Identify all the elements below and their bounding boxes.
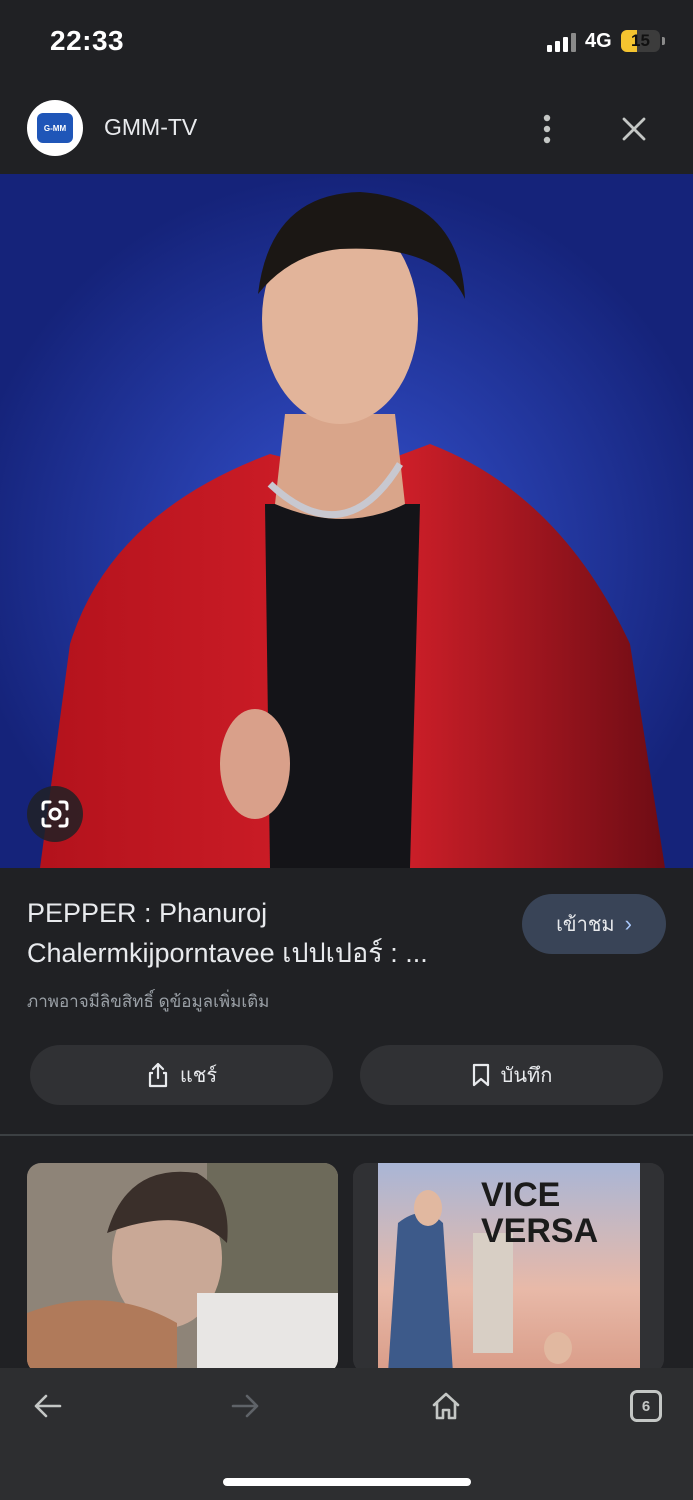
bookmark-icon (472, 1063, 489, 1087)
more-vert-icon (543, 114, 551, 144)
close-button[interactable] (612, 106, 656, 152)
save-button[interactable]: บันทึก (360, 1045, 663, 1105)
related-poster-title: VICE VERSA (481, 1176, 599, 1250)
portrait-photo (0, 174, 693, 868)
save-label: บันทึก (500, 1065, 553, 1087)
forward-button[interactable] (216, 1386, 276, 1426)
battery-level: 15 (631, 31, 650, 50)
tabs-button[interactable]: 6 (616, 1386, 676, 1426)
share-icon (148, 1062, 167, 1088)
google-lens-icon (41, 800, 69, 828)
more-options-button[interactable] (527, 106, 567, 152)
related-photo-1 (27, 1163, 338, 1373)
copyright-notice[interactable]: ภาพอาจมีลิขสิทธิ์ ดูข้อมูลเพิ่มเติม (27, 988, 269, 1015)
visit-button[interactable]: เข้าชม › (522, 894, 666, 954)
section-divider (0, 1134, 693, 1136)
visit-label: เข้าชม (556, 914, 615, 936)
network-type: 4G (585, 30, 612, 52)
close-icon (622, 117, 646, 141)
site-logo[interactable]: G-MM (27, 100, 83, 156)
gmm-logo-mark: G-MM (37, 113, 73, 143)
lens-search-button[interactable] (27, 786, 83, 842)
status-bar: 22:33 4G 15 (0, 0, 693, 84)
home-button[interactable] (416, 1386, 476, 1426)
home-indicator (223, 1478, 471, 1486)
status-time: 22:33 (50, 25, 125, 56)
arrow-back-icon (34, 1394, 62, 1418)
page-header: G-MM GMM-TV (0, 84, 693, 174)
site-name[interactable]: GMM-TV (104, 114, 197, 141)
share-label: แชร์ (179, 1065, 218, 1087)
related-image-1[interactable] (27, 1163, 338, 1373)
back-button[interactable] (17, 1386, 77, 1426)
chevron-right-icon: › (624, 911, 632, 936)
related-image-2[interactable]: VICE VERSA (353, 1163, 664, 1373)
main-image[interactable] (0, 174, 693, 868)
signal-icon (547, 33, 576, 52)
battery-icon: 15 (621, 30, 665, 52)
tab-count: 6 (630, 1390, 662, 1422)
share-button[interactable]: แชร์ (30, 1045, 333, 1105)
result-title[interactable]: PEPPER : Phanuroj Chalermkijporntavee เป… (27, 893, 497, 973)
home-icon (432, 1392, 460, 1420)
arrow-forward-icon (231, 1394, 259, 1418)
